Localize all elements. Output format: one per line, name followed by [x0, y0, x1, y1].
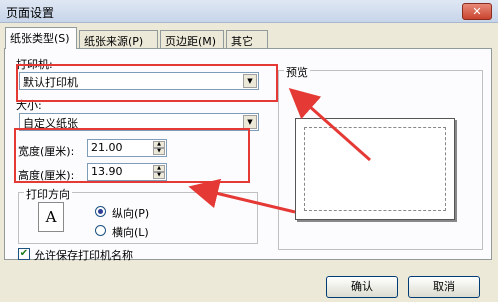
tab-label: 纸张类型(S) [10, 32, 70, 45]
arrow-to-printer [288, 88, 371, 162]
tab-paper-type[interactable]: 纸张类型(S) [5, 27, 77, 49]
arrow-to-size [188, 178, 296, 214]
